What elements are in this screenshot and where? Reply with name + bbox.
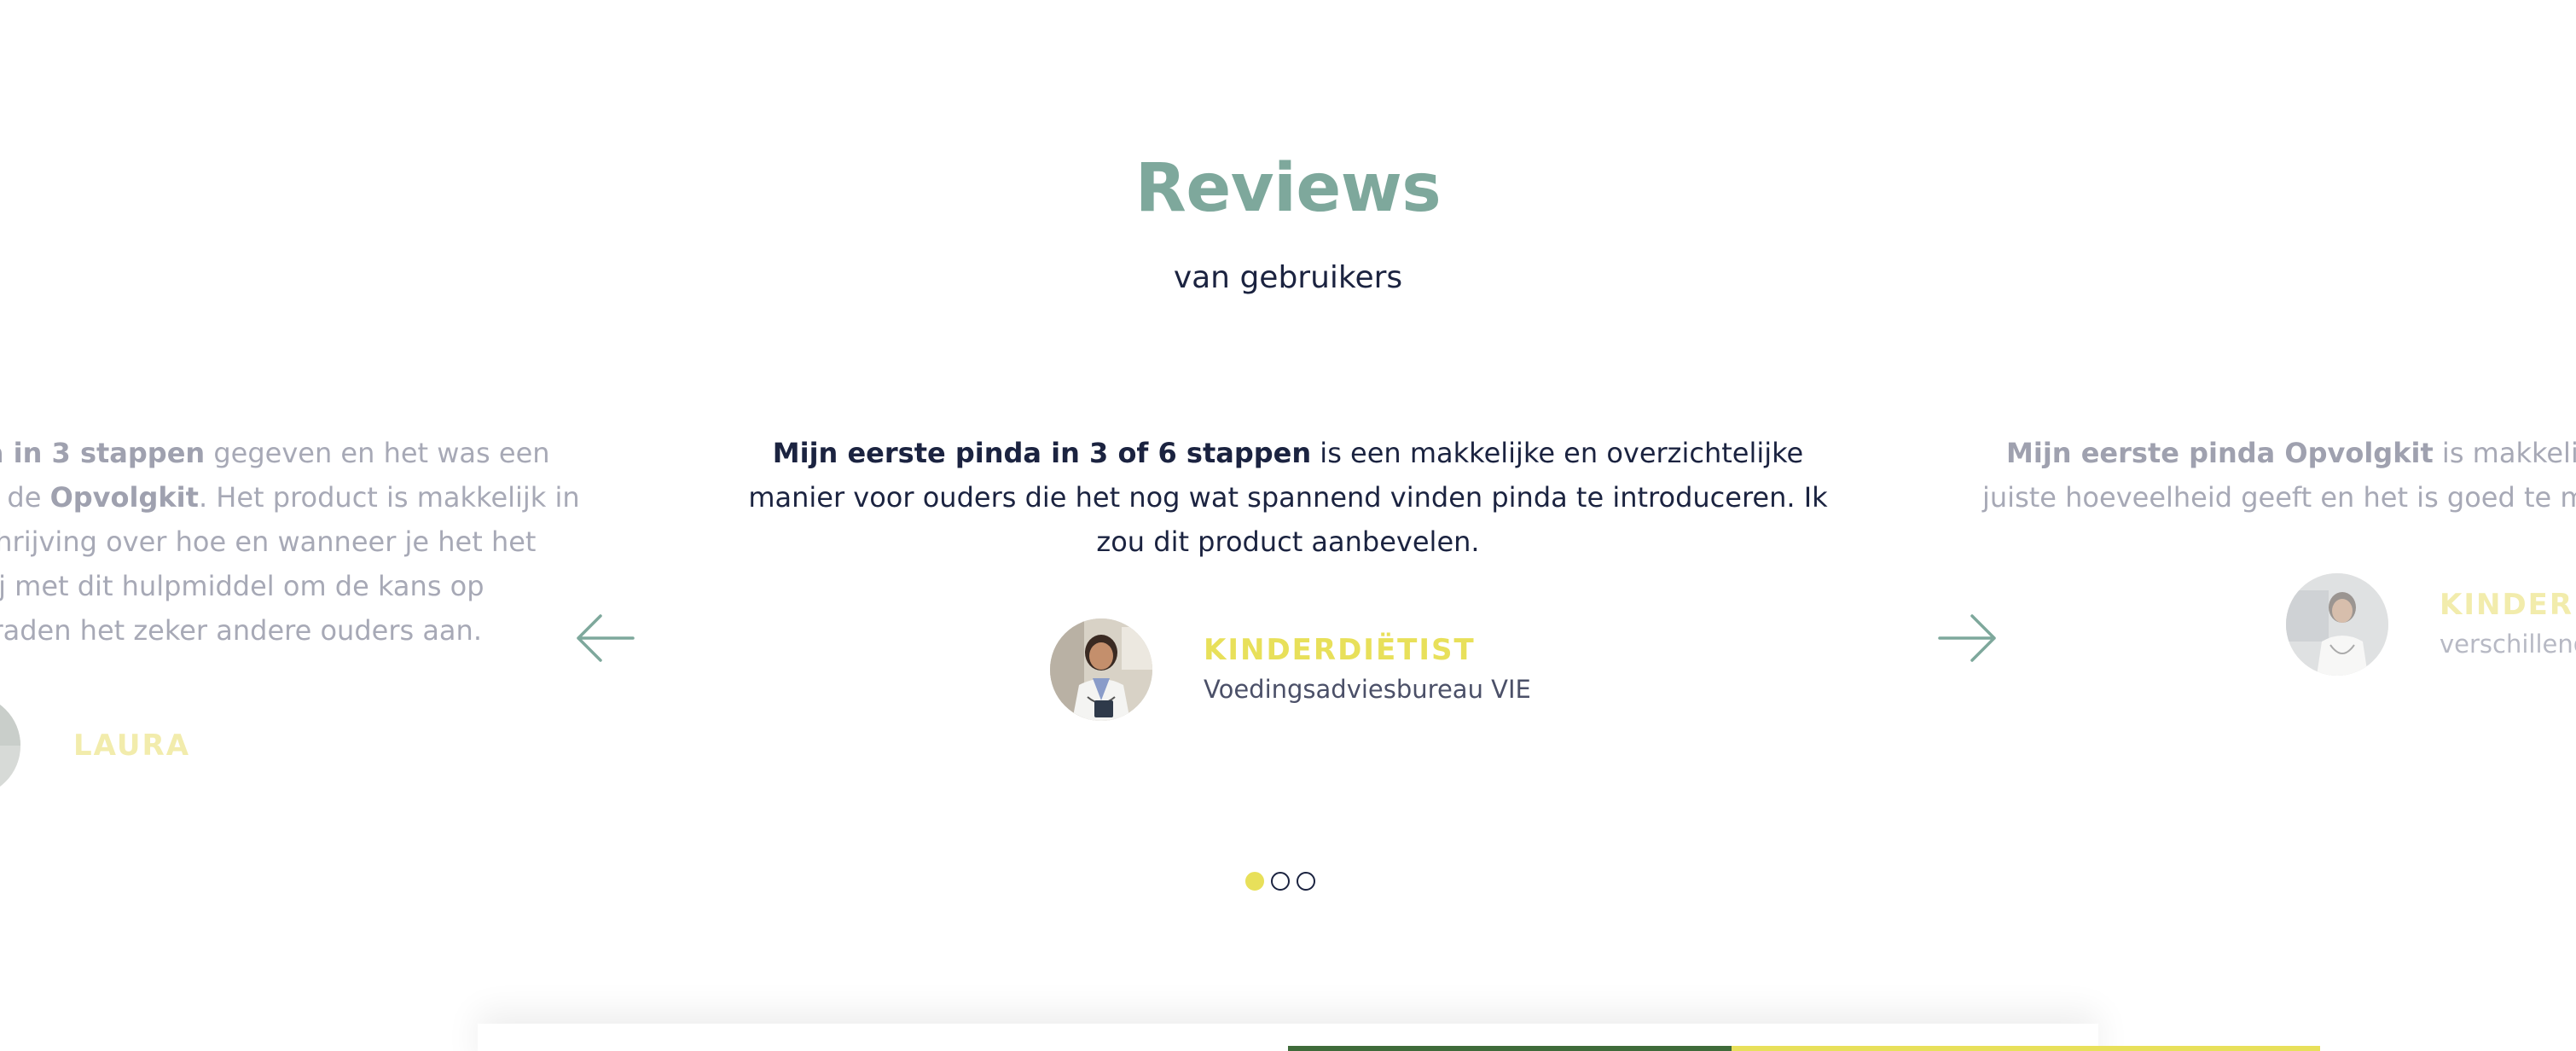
- carousel-next-button[interactable]: [1936, 613, 1998, 664]
- avatar: [2286, 573, 2388, 676]
- quote-line: da in 3 stappen gegeven en het was een: [0, 437, 550, 469]
- review-author-active: KINDERDIËTIST Voedingsadviesbureau VIE: [1050, 618, 1531, 721]
- quote-line: Mijn eerste pinda Opvolgkit is makkelijk: [2006, 437, 2576, 469]
- reviews-section: Reviews van gebruikers da in 3 stappen g…: [0, 0, 2576, 1051]
- arrow-right-icon: [1936, 613, 1998, 664]
- avatar: [0, 694, 20, 797]
- author-organisation: Voedingsadviesbureau VIE: [1204, 675, 1531, 704]
- quote-line: juiste hoeveelheid geeft en het is goed …: [1982, 481, 2576, 514]
- author-name: KINDERD: [2440, 588, 2576, 622]
- reviews-subtitle: van gebruikers: [1173, 260, 1403, 295]
- footer-strip-green: [1288, 1046, 1732, 1051]
- carousel-previous-button[interactable]: [575, 613, 636, 664]
- carousel-dot-1[interactable]: [1245, 872, 1264, 891]
- author-organisation: verschillend: [2440, 630, 2576, 659]
- quote-line: blij met dit hulpmiddel om de kans op: [0, 570, 484, 602]
- avatar: [1050, 618, 1152, 721]
- review-quote: Mijn eerste pinda in 3 of 6 stappen is e…: [725, 431, 1851, 564]
- quote-line: n raden het zeker andere ouders aan.: [0, 614, 482, 647]
- author-name: LAURA: [73, 729, 191, 763]
- review-author-previous: LAURA: [0, 694, 190, 797]
- quote-product-name: Mijn eerste pinda in 3 of 6 stappen: [772, 437, 1312, 469]
- footer-strip-yellow: [1732, 1046, 2320, 1051]
- carousel-dot-3[interactable]: [1297, 872, 1315, 891]
- author-name: KINDERDIËTIST: [1204, 633, 1476, 667]
- review-quote: Mijn eerste pinda Opvolgkit is makkelijk…: [1962, 431, 2576, 520]
- quote-line: schrijving over hoe en wanneer je het he…: [0, 526, 537, 558]
- reviews-title: Reviews: [1134, 150, 1442, 227]
- carousel-dot-2[interactable]: [1271, 872, 1290, 891]
- review-slide-active: Mijn eerste pinda in 3 of 6 stappen is e…: [725, 431, 1851, 564]
- arrow-left-icon: [575, 613, 636, 664]
- review-slide-previous: da in 3 stappen gegeven en het was een e…: [0, 431, 614, 653]
- review-quote: da in 3 stappen gegeven en het was een e…: [0, 431, 614, 653]
- review-slide-next: Mijn eerste pinda Opvolgkit is makkelijk…: [1962, 431, 2576, 520]
- review-author-next: KINDERD verschillend: [2286, 573, 2576, 676]
- carousel-pagination: [1245, 872, 1315, 891]
- quote-line: ek de Opvolgkit. Het product is makkelij…: [0, 481, 580, 514]
